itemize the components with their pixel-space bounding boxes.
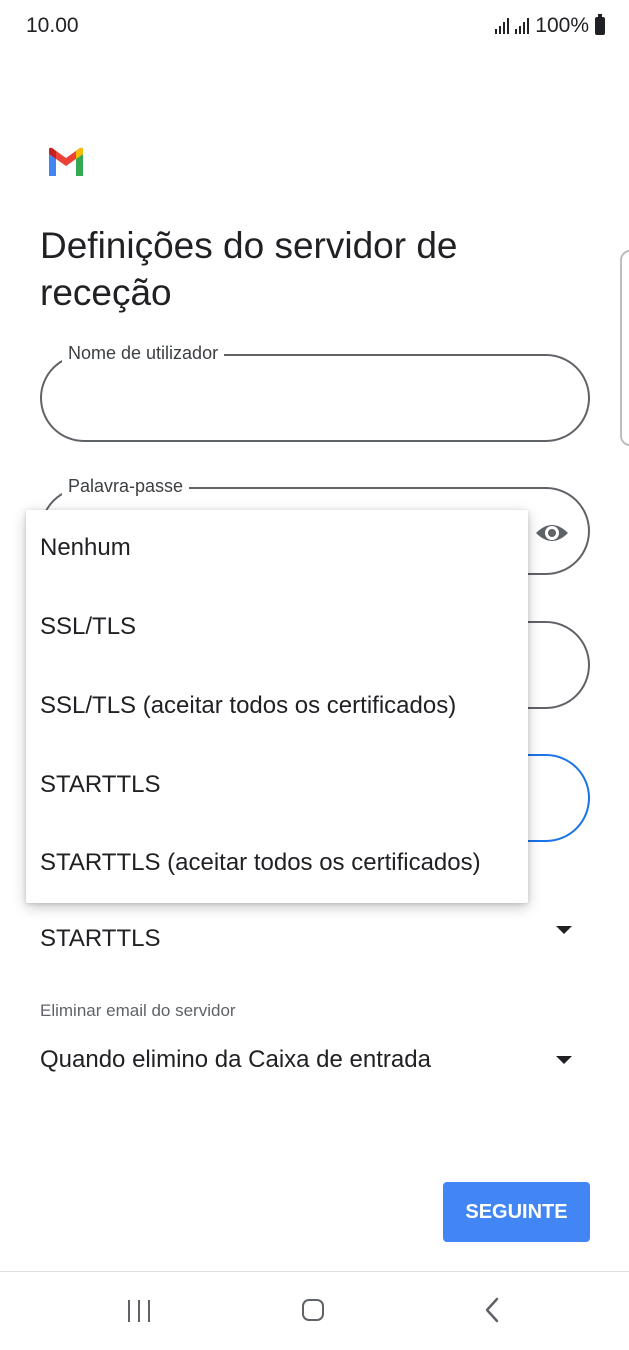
status-time: 10.00 [26, 14, 79, 37]
home-icon[interactable] [302, 1299, 324, 1321]
menu-item-starttls-accept-all[interactable]: STARTTLS (aceitar todos os certificados) [40, 849, 481, 877]
battery-icon [595, 14, 605, 35]
security-dropdown-menu: Nenhum SSL/TLS SSL/TLS (aceitar todos os… [26, 510, 528, 903]
scroll-indicator [620, 250, 629, 446]
back-icon[interactable] [482, 1296, 502, 1324]
menu-item-ssl-tls-accept-all[interactable]: SSL/TLS (aceitar todos os certificados) [40, 692, 456, 720]
signal-icon [515, 18, 530, 34]
navigation-bar [0, 1272, 629, 1350]
security-type-value[interactable]: STARTTLS [40, 925, 160, 953]
visibility-eye-icon[interactable] [534, 515, 570, 551]
chevron-down-icon[interactable] [556, 1056, 572, 1064]
signal-icon [495, 18, 510, 34]
delete-email-select[interactable]: Quando elimino da Caixa de entrada [40, 1046, 431, 1074]
battery-percent: 100% [535, 14, 589, 37]
menu-item-starttls[interactable]: STARTTLS [40, 771, 160, 799]
status-icons: 100% [495, 14, 605, 38]
delete-email-label: Eliminar email do servidor [40, 1001, 236, 1020]
menu-item-none[interactable]: Nenhum [40, 534, 131, 562]
username-label: Nome de utilizador [62, 343, 225, 364]
page-title: Definições do servidor de receção [40, 225, 458, 313]
status-bar: 10.00 100% [0, 0, 629, 54]
username-field[interactable]: Nome de utilizador [40, 343, 590, 442]
gmail-logo [49, 147, 83, 176]
chevron-down-icon[interactable] [556, 926, 572, 934]
next-button[interactable]: SEGUINTE [443, 1182, 590, 1242]
menu-item-ssl-tls[interactable]: SSL/TLS [40, 613, 136, 641]
password-label: Palavra-passe [62, 476, 190, 497]
recents-icon[interactable] [126, 1300, 154, 1322]
